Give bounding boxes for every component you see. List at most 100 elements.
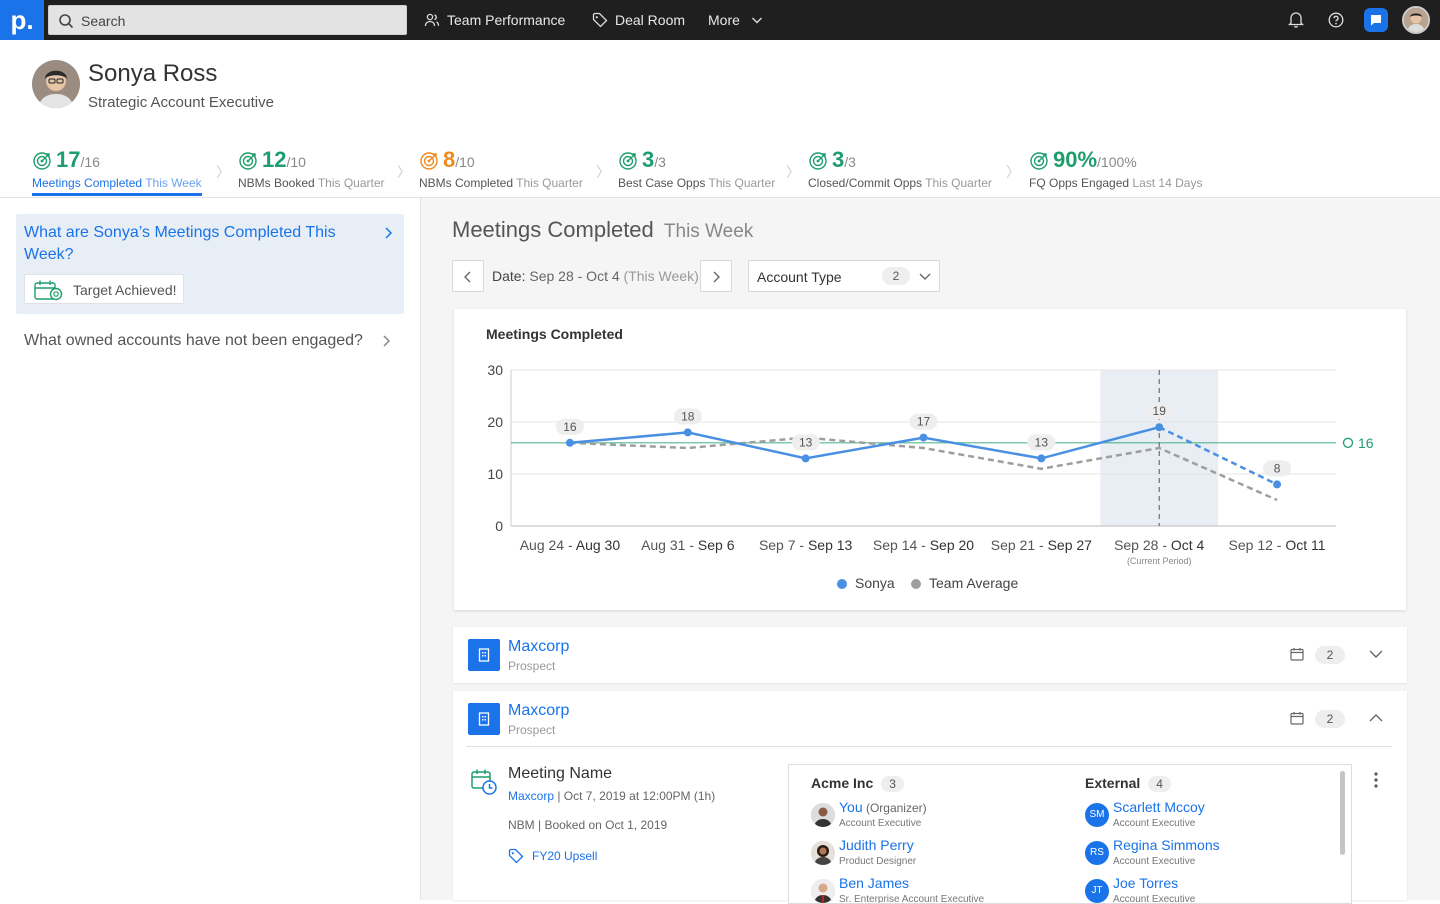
target-icon (420, 152, 438, 170)
target-icon (809, 152, 827, 170)
attendees-scrollbar[interactable] (1340, 771, 1345, 855)
x-tick-label: Aug 24 - Aug 30 (520, 537, 621, 553)
prev-period-button[interactable] (452, 260, 484, 292)
nav-team-performance[interactable]: Team Performance (424, 12, 574, 30)
metric-value: 12/10 (262, 147, 306, 173)
attendee-role: Account Executive (1113, 856, 1196, 867)
data-point-sonya (1037, 454, 1046, 463)
external-attendees-header: External 4 (1085, 775, 1171, 792)
chevron-up-icon[interactable] (1369, 713, 1383, 723)
metric-best-case-opps[interactable]: 3/3 Best Case Opps This Quarter (618, 147, 783, 197)
metric-period: This Quarter (516, 176, 583, 190)
legend-item-team-average[interactable]: Team Average (911, 575, 1018, 591)
account-row-expanded: Maxcorp Prospect 2 Meeting Name Maxcorp … (453, 691, 1407, 904)
account-type-filter[interactable]: Account Type 2 (748, 260, 940, 292)
next-period-button[interactable] (700, 260, 732, 292)
question-card-active[interactable]: What are Sonya’s Meetings Completed This… (16, 214, 404, 314)
metric-label-text: FQ Opps Engaged (1029, 176, 1130, 190)
x-tick-start: Sep 21 - (991, 537, 1048, 553)
meeting-account-link[interactable]: Maxcorp (508, 789, 554, 803)
help-icon[interactable] (1328, 12, 1344, 28)
chevron-down-icon[interactable] (1369, 649, 1383, 659)
meeting-details: Maxcorp | Oct 7, 2019 at 12:00PM (1h) (508, 789, 715, 803)
bell-icon[interactable] (1288, 10, 1304, 28)
account-name[interactable]: Maxcorp (508, 638, 569, 656)
building-glyph (478, 648, 490, 662)
more-options-icon[interactable] (1373, 771, 1379, 789)
metric-label: Best Case Opps This Quarter (618, 176, 775, 190)
legend-item-sonya[interactable]: Sonya (837, 575, 895, 591)
current-period-note: (Current Period) (1127, 556, 1192, 566)
building-icon (468, 703, 500, 735)
app-logo[interactable]: p. (0, 0, 44, 40)
x-tick-end: Sep 13 (808, 537, 853, 553)
metric-label-text: NBMs Completed (419, 176, 514, 190)
calendar-icon (1290, 648, 1304, 661)
metric-fq-opps-engaged[interactable]: 90%/100% FQ Opps Engaged Last 14 Days (1029, 147, 1229, 197)
data-point-sonya (801, 454, 810, 463)
attendee-name: Joe Torres (1113, 875, 1179, 891)
question-unengaged-accounts[interactable]: What owned accounts have not been engage… (24, 332, 363, 350)
meeting-name[interactable]: Meeting Name (508, 765, 612, 783)
legend-dot (911, 579, 921, 590)
top-nav: p. Search Team Performance Deal Room Mor… (0, 0, 1440, 40)
metric-label-text: Meetings Completed (32, 176, 143, 190)
active-tab-underline (32, 193, 202, 196)
search-placeholder: Search (81, 13, 126, 29)
metric-label: Meetings Completed This Week (32, 176, 202, 190)
section-title: Meetings Completed This Week (452, 217, 753, 243)
x-tick-end: Oct 4 (1171, 537, 1205, 553)
account-row[interactable]: Maxcorp Prospect 2 (453, 627, 1407, 683)
meetings-line-chart: 010203016Aug 24 - Aug 30 Aug 31 - Sep 6 Se… (487, 362, 1373, 566)
search-icon (59, 14, 74, 29)
x-tick-label: Aug 31 - Sep 6 (641, 537, 735, 553)
account-type-count: 2 (882, 267, 910, 285)
nav-deal-room-label: Deal Room (615, 12, 686, 28)
metric-period: This Week (145, 176, 202, 190)
target-icon (619, 152, 637, 170)
target-icon (1030, 152, 1048, 170)
metric-value: 3/3 (832, 147, 856, 173)
nav-deal-room[interactable]: Deal Room (592, 12, 692, 30)
attendee-photo (811, 803, 835, 827)
metric-target: /16 (80, 154, 100, 170)
search-input[interactable]: Search (48, 5, 407, 35)
metric-meetings-completed[interactable]: 17/16 Meetings Completed This Week (32, 147, 212, 197)
chevron-right-icon[interactable] (382, 334, 392, 348)
nav-more[interactable]: More (685, 12, 765, 30)
metric-number: 3 (832, 147, 845, 172)
user-avatar-image (1404, 8, 1428, 32)
metric-value: 17/16 (56, 147, 100, 173)
metric-nbms-booked[interactable]: 12/10 NBMs Booked This Quarter (238, 147, 393, 197)
target-achieved-text: Target Achieved! (73, 282, 177, 298)
profile-title: Strategic Account Executive (88, 94, 274, 111)
attendee-avatar (811, 879, 835, 903)
target-icon (33, 152, 51, 170)
target-marker-icon (1342, 437, 1354, 448)
profile-avatar-image (32, 60, 80, 108)
attendee-avatar (811, 841, 835, 865)
metric-label-text: NBMs Booked (238, 176, 315, 190)
data-point-sonya (1273, 480, 1282, 489)
account-name[interactable]: Maxcorp (508, 702, 569, 720)
metric-closed-commit-opps[interactable]: 3/3 Closed/Commit Opps This Quarter (808, 147, 1008, 197)
date-range: Date: Sep 28 - Oct 4 (This Week) (492, 268, 699, 284)
chat-button[interactable] (1364, 8, 1388, 32)
x-tick-label: Sep 14 - Sep 20 (873, 537, 974, 553)
metric-period: This Quarter (925, 176, 992, 190)
data-label: 19 (1153, 404, 1167, 418)
user-avatar[interactable] (1402, 6, 1430, 34)
metric-nbms-completed[interactable]: 8/10 NBMs Completed This Quarter (419, 147, 589, 197)
data-label: 18 (681, 409, 695, 423)
metric-period: Last 14 Days (1132, 176, 1203, 190)
x-tick-start: Aug 24 - (520, 537, 576, 553)
legend-label: Team Average (929, 575, 1019, 591)
x-tick-end: Sep 6 (698, 537, 735, 553)
calendar-icon (1290, 712, 1304, 725)
people-icon (424, 13, 440, 27)
nav-more-label: More (708, 12, 740, 28)
x-tick-label: Sep 28 - Oct 4 (1114, 537, 1204, 553)
metric-label: NBMs Booked This Quarter (238, 176, 385, 190)
internal-count: 3 (881, 776, 904, 792)
metric-number: 90% (1053, 147, 1098, 172)
